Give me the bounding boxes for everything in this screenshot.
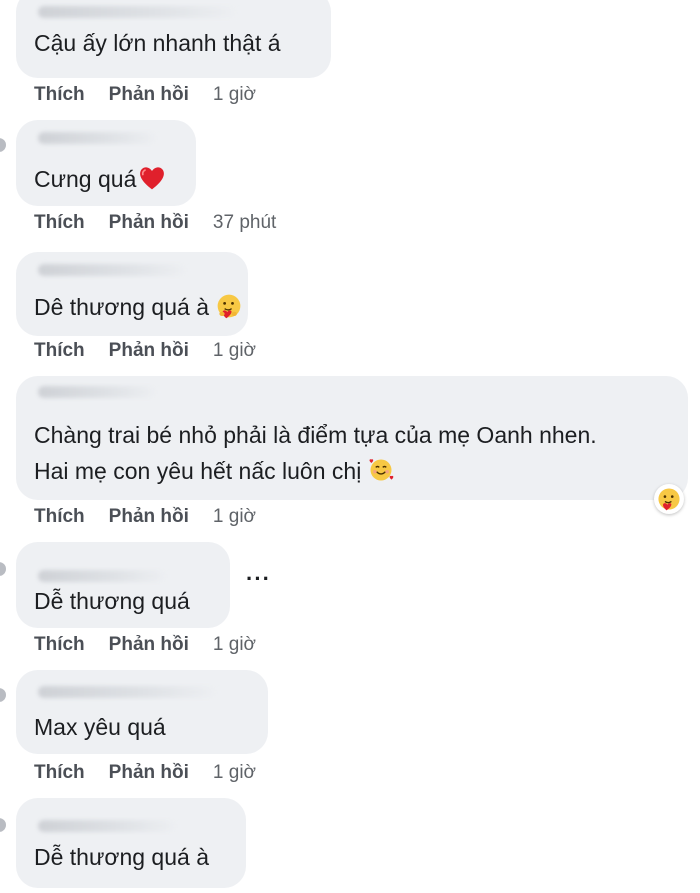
- like-button[interactable]: Thích: [34, 212, 85, 234]
- comment-timestamp[interactable]: 1 giờ: [213, 634, 256, 656]
- comment-text: Cậu ấy lớn nhanh thật á: [34, 30, 281, 56]
- comment-actions: Thích Phản hồi 1 giờ: [34, 84, 256, 106]
- comment-timestamp[interactable]: 1 giờ: [213, 506, 256, 528]
- reply-button[interactable]: Phản hồi: [109, 84, 189, 106]
- comment-actions: Thích Phản hồi 1 giờ: [34, 634, 256, 656]
- comment-actions: Thích Phản hồi 1 giờ: [34, 762, 256, 784]
- avatar[interactable]: [0, 562, 6, 576]
- comment-text: Dê thương quá à: [34, 290, 243, 324]
- author-name[interactable]: [38, 386, 158, 398]
- comment-actions: Thích Phản hồi 1 giờ: [34, 506, 256, 528]
- smiling-face-with-hearts-icon: [369, 459, 394, 481]
- reply-button[interactable]: Phản hồi: [109, 212, 189, 234]
- reply-button[interactable]: Phản hồi: [109, 634, 189, 656]
- comment-timestamp[interactable]: 1 giờ: [213, 84, 256, 106]
- reply-button[interactable]: Phản hồi: [109, 506, 189, 528]
- like-button[interactable]: Thích: [34, 762, 85, 784]
- author-name[interactable]: [38, 686, 218, 698]
- comment-text-content: Dê thương quá à: [34, 294, 209, 320]
- like-button[interactable]: Thích: [34, 506, 85, 528]
- comment-text: Cưng quá: [34, 162, 166, 196]
- author-name[interactable]: [38, 264, 188, 276]
- comment-bubble: Chàng trai bé nhỏ phải là điểm tựa của m…: [16, 376, 688, 500]
- comment-text: Dễ thương quá: [34, 588, 190, 614]
- like-button[interactable]: Thích: [34, 340, 85, 362]
- comment-actions: Thích Phản hồi 1 giờ: [34, 340, 256, 362]
- author-name[interactable]: [38, 132, 158, 144]
- comment-text-line-1: Chàng trai bé nhỏ phải là điểm tựa của m…: [34, 422, 597, 448]
- like-button[interactable]: Thích: [34, 84, 85, 106]
- comment-text: Hai mẹ con yêu hết nấc luôn chị: [34, 454, 395, 488]
- like-button[interactable]: Thích: [34, 634, 85, 656]
- comment-text: Dễ thương quá à: [34, 844, 209, 870]
- care-reaction-icon[interactable]: [654, 484, 684, 514]
- avatar[interactable]: [0, 138, 6, 152]
- more-options-button[interactable]: ···: [246, 566, 271, 592]
- comment-timestamp[interactable]: 37 phút: [213, 212, 276, 234]
- comment-timestamp[interactable]: 1 giờ: [213, 340, 256, 362]
- comment-bubble: Dễ thương quá: [16, 542, 230, 628]
- hugging-heart-face-icon: [217, 294, 241, 319]
- avatar[interactable]: [0, 688, 6, 702]
- author-name[interactable]: [38, 820, 178, 832]
- author-name[interactable]: [38, 6, 238, 18]
- comment-bubble: Dê thương quá à: [16, 252, 248, 336]
- comment-bubble: Dễ thương quá à: [16, 798, 246, 888]
- avatar[interactable]: [0, 818, 6, 832]
- comment-actions: Thích Phản hồi 37 phút: [34, 212, 276, 234]
- comment-timestamp[interactable]: 1 giờ: [213, 762, 256, 784]
- comment-text: Max yêu quá: [34, 714, 166, 740]
- comment-bubble: Cậu ấy lớn nhanh thật á: [16, 0, 331, 78]
- comment-text-content: Cưng quá: [34, 166, 137, 192]
- red-heart-icon: [140, 167, 165, 190]
- comment-bubble: Max yêu quá: [16, 670, 268, 754]
- reply-button[interactable]: Phản hồi: [109, 762, 189, 784]
- comment-bubble: Cưng quá: [16, 120, 196, 206]
- comment-text-line-2: Hai mẹ con yêu hết nấc luôn chị: [34, 458, 362, 484]
- author-name[interactable]: [38, 570, 168, 582]
- reply-button[interactable]: Phản hồi: [109, 340, 189, 362]
